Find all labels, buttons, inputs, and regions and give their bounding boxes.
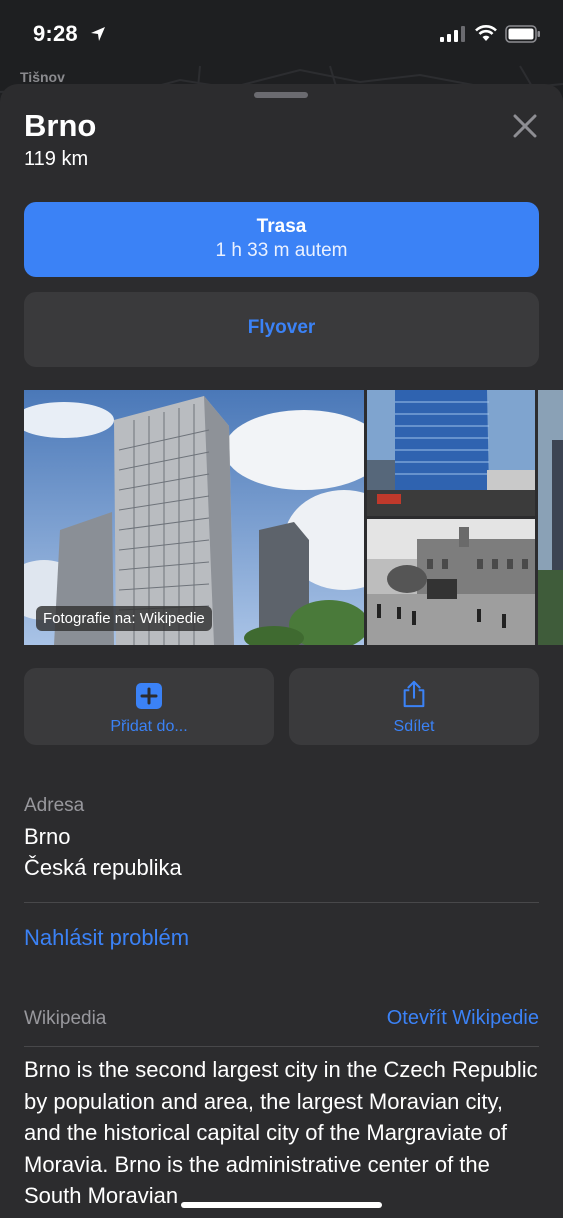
- report-problem-link[interactable]: Nahlásit problém: [24, 925, 189, 951]
- divider: [24, 902, 539, 903]
- photo-gallery[interactable]: Fotografie na: Wikipedie: [24, 390, 563, 645]
- wikipedia-heading: Wikipedia: [24, 1008, 107, 1029]
- status-time: 9:28: [33, 21, 78, 46]
- photo-historic-street: [367, 519, 535, 645]
- flyover-button[interactable]: Flyover: [24, 292, 539, 367]
- address-line-1[interactable]: Brno: [24, 824, 70, 850]
- wikipedia-summary[interactable]: Brno is the second largest city in the C…: [24, 1054, 539, 1212]
- photo-top-right[interactable]: [367, 390, 535, 516]
- status-bar: 9:28: [0, 0, 563, 66]
- flyover-button-label: Flyover: [247, 317, 316, 338]
- route-button-eta: 1 h 33 m autem: [215, 240, 348, 261]
- signal-icon: [440, 26, 465, 42]
- map-place-label: Tišnov: [20, 69, 65, 85]
- share-label: Sdílet: [393, 718, 435, 735]
- battery-icon: [505, 25, 540, 43]
- place-card-sheet: Brno 119 km Trasa 1 h 33 m autem Flyover: [0, 84, 563, 1218]
- place-title: Brno: [24, 108, 97, 143]
- share-button[interactable]: Sdílet: [289, 668, 539, 745]
- add-to-label: Přidat do...: [110, 718, 188, 735]
- address-heading: Adresa: [24, 795, 85, 816]
- route-button[interactable]: Trasa 1 h 33 m autem: [24, 202, 539, 277]
- sheet-grabber[interactable]: [254, 92, 308, 98]
- location-arrow-icon: [91, 27, 105, 41]
- place-distance: 119 km: [24, 148, 89, 170]
- add-to-button[interactable]: Přidat do...: [24, 668, 274, 745]
- share-icon: [403, 680, 425, 708]
- route-button-title: Trasa: [256, 216, 307, 237]
- photo-main[interactable]: Fotografie na: Wikipedie: [24, 390, 364, 645]
- divider: [24, 1046, 539, 1047]
- wifi-icon: [475, 25, 497, 41]
- home-indicator[interactable]: [181, 1202, 382, 1208]
- address-line-2[interactable]: Česká republika: [24, 855, 182, 881]
- close-icon[interactable]: [510, 111, 540, 141]
- photo-blue-tower: [367, 390, 535, 516]
- open-wikipedia-link[interactable]: Otevřít Wikipedie: [387, 1007, 539, 1030]
- photo-next-partial[interactable]: [538, 390, 563, 645]
- add-square-icon: [136, 683, 162, 709]
- photo-city-partial: [538, 390, 563, 645]
- photo-bottom-right[interactable]: [367, 519, 535, 645]
- photo-credit: Fotografie na: Wikipedie: [36, 606, 212, 631]
